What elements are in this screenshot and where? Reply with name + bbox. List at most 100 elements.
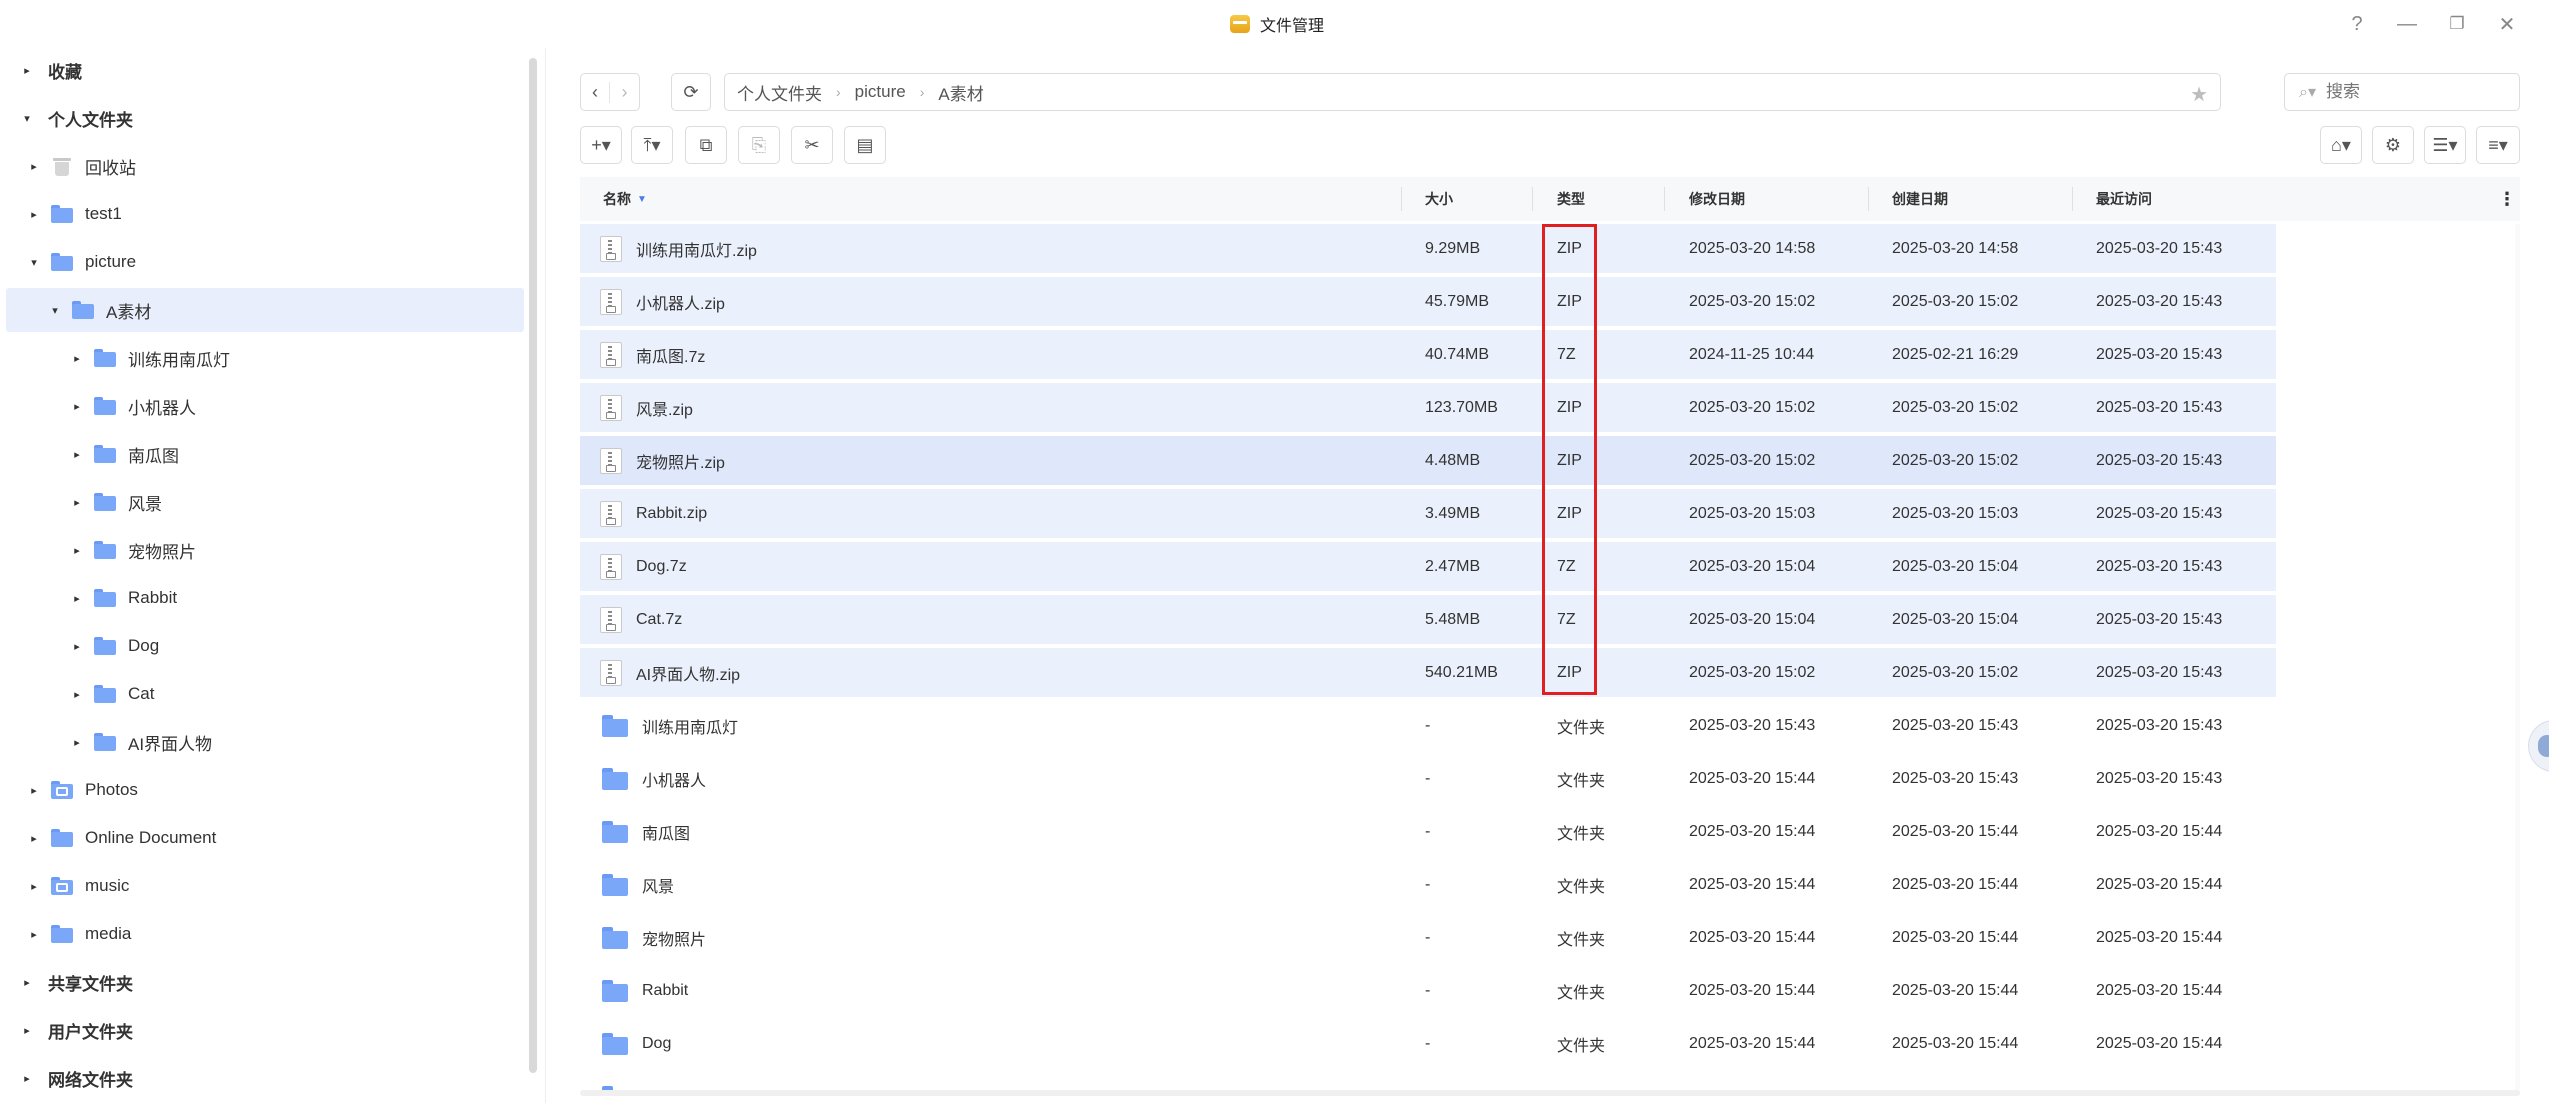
favorite-star-icon[interactable]: ★ <box>2190 82 2208 107</box>
minimize-button[interactable]: — <box>2393 10 2421 38</box>
breadcrumb-item-personal[interactable]: 个人文件夹 <box>737 80 822 105</box>
column-resizer[interactable] <box>2072 187 2073 211</box>
folder-row[interactable]: 南瓜图 - 文件夹 2025-03-20 15:44 2025-03-20 15:44 2… <box>580 807 2276 856</box>
folder-row[interactable]: Cat - 文件夹 2025-03-20 15:44 2025-03-20 15:44 2… <box>580 1072 2276 1092</box>
upload-button[interactable]: ⤒▾ <box>631 126 673 164</box>
expand-arrow-right-icon[interactable]: ▸ <box>27 879 41 893</box>
floating-assistant-tab[interactable] <box>2528 720 2549 772</box>
expand-arrow-right-icon[interactable]: ▸ <box>70 735 84 749</box>
expand-arrow-down-icon[interactable]: ▾ <box>48 303 62 317</box>
file-row[interactable]: 训练用南瓜灯.zip 9.29MB ZIP 2025-03-20 14:58 2025-… <box>580 224 2276 273</box>
expand-arrow-right-icon[interactable]: ▸ <box>27 783 41 797</box>
sidebar-item-ai-characters[interactable]: ▸ AI界面人物 <box>70 720 212 764</box>
sidebar-item-rabbit[interactable]: ▸ Rabbit <box>70 576 177 620</box>
cut-button[interactable]: ✂ <box>791 126 833 164</box>
file-row[interactable]: 风景.zip 123.70MB ZIP 2025-03-20 15:02 2025-03… <box>580 383 2276 432</box>
sidebar-item-cat[interactable]: ▸ Cat <box>70 672 154 716</box>
sidebar-item-pumpkin-pics[interactable]: ▸ 南瓜图 <box>70 432 179 476</box>
expand-arrow-right-icon[interactable]: ▸ <box>70 687 84 701</box>
expand-arrow-right-icon[interactable]: ▸ <box>70 543 84 557</box>
sidebar-scrollbar[interactable] <box>529 58 537 1073</box>
sidebar-item-recycle-bin[interactable]: ▸ 回收站 <box>27 144 136 188</box>
restore-button[interactable]: ❐ <box>2443 10 2471 38</box>
sidebar-item-test1[interactable]: ▸ test1 <box>27 192 122 236</box>
expand-arrow-right-icon[interactable]: ▸ <box>70 591 84 605</box>
expand-arrow-right-icon[interactable]: ▸ <box>70 399 84 413</box>
column-created-header[interactable]: 创建日期 <box>1892 177 1948 221</box>
toolbox-button[interactable]: ⌂▾ <box>2320 126 2362 164</box>
expand-arrow-down-icon[interactable]: ▾ <box>27 255 41 269</box>
expand-arrow-right-icon[interactable]: ▸ <box>70 495 84 509</box>
file-row[interactable]: 南瓜图.7z 40.74MB 7Z 2024-11-25 10:44 2025-02-2… <box>580 330 2276 379</box>
expand-arrow-right-icon[interactable]: ▸ <box>20 1023 34 1037</box>
file-row[interactable]: Cat.7z 5.48MB 7Z 2025-03-20 15:04 2025-03-20… <box>580 595 2276 644</box>
column-options-icon[interactable]: ⋮ <box>2498 177 2516 221</box>
column-resizer[interactable] <box>1664 187 1665 211</box>
folder-row[interactable]: 小机器人 - 文件夹 2025-03-20 15:44 2025-03-20 15:43… <box>580 754 2276 803</box>
expand-arrow-right-icon[interactable]: ▸ <box>27 207 41 221</box>
breadcrumb-item-picture[interactable]: picture <box>855 82 906 102</box>
sidebar-item-online-document[interactable]: ▸ Online Document <box>27 816 216 860</box>
sidebar-item-media[interactable]: ▸ media <box>27 912 131 956</box>
paste-button[interactable]: ⎘ <box>738 126 780 164</box>
folder-row[interactable]: Dog - 文件夹 2025-03-20 15:44 2025-03-20 15:44 2… <box>580 1019 2276 1068</box>
sidebar-item-music[interactable]: ▸ music <box>27 864 129 908</box>
expand-arrow-right-icon[interactable]: ▸ <box>70 639 84 653</box>
sidebar-section-users[interactable]: ▸ 用户文件夹 <box>20 1008 133 1052</box>
forward-icon[interactable]: › <box>610 82 639 103</box>
view-mode-button[interactable]: ☰▾ <box>2424 126 2466 164</box>
folder-row[interactable]: 风景 - 文件夹 2025-03-20 15:44 2025-03-20 15:44 20… <box>580 860 2276 909</box>
sidebar-item-picture[interactable]: ▾ picture <box>27 240 136 284</box>
help-button[interactable]: ? <box>2343 10 2371 38</box>
column-name-header[interactable]: 名称 ▼ <box>603 177 647 221</box>
column-resizer[interactable] <box>1868 187 1869 211</box>
close-button[interactable]: ✕ <box>2493 10 2521 38</box>
back-icon[interactable]: ‹ <box>581 81 611 103</box>
expand-arrow-right-icon[interactable]: ▸ <box>20 1071 34 1085</box>
sidebar-item-photos[interactable]: ▸ Photos <box>27 768 138 812</box>
folder-row[interactable]: 宠物照片 - 文件夹 2025-03-20 15:44 2025-03-20 15:44… <box>580 913 2276 962</box>
file-row[interactable]: AI界面人物.zip 540.21MB ZIP 2025-03-20 15:02 202… <box>580 648 2276 697</box>
sidebar-item-little-robot[interactable]: ▸ 小机器人 <box>70 384 196 428</box>
expand-arrow-right-icon[interactable]: ▸ <box>27 927 41 941</box>
sidebar-item-pet-photos[interactable]: ▸ 宠物照片 <box>70 528 196 572</box>
sidebar-section-personal[interactable]: ▾ 个人文件夹 <box>20 96 133 140</box>
file-row[interactable]: Dog.7z 2.47MB 7Z 2025-03-20 15:04 2025-03-20… <box>580 542 2276 591</box>
compress-button[interactable]: ▤ <box>844 126 886 164</box>
breadcrumb[interactable]: 个人文件夹 › picture › A素材 ★ <box>724 73 2221 111</box>
expand-arrow-right-icon[interactable]: ▸ <box>20 975 34 989</box>
file-list-scrollbar[interactable] <box>2515 224 2520 1092</box>
column-type-header[interactable]: 类型 <box>1557 177 1585 221</box>
sidebar-item-a-materials[interactable]: ▾ A素材 <box>6 288 524 332</box>
column-accessed-header[interactable]: 最近访问 <box>2096 177 2152 221</box>
expand-arrow-down-icon[interactable]: ▾ <box>20 111 34 125</box>
sidebar-item-scenery[interactable]: ▸ 风景 <box>70 480 162 524</box>
new-button[interactable]: +▾ <box>580 126 622 164</box>
sidebar-section-shared[interactable]: ▸ 共享文件夹 <box>20 960 133 1004</box>
search-input[interactable] <box>2326 82 2476 102</box>
file-row[interactable]: Rabbit.zip 3.49MB ZIP 2025-03-20 15:03 2025-… <box>580 489 2276 538</box>
expand-arrow-right-icon[interactable]: ▸ <box>27 831 41 845</box>
settings-button[interactable]: ⚙ <box>2372 126 2414 164</box>
column-resizer[interactable] <box>1532 187 1533 211</box>
sidebar-section-favorites[interactable]: ▸ 收藏 <box>20 48 82 92</box>
search-box[interactable]: ⌕▾ <box>2284 73 2520 111</box>
expand-arrow-right-icon[interactable]: ▸ <box>70 351 84 365</box>
folder-row[interactable]: Rabbit - 文件夹 2025-03-20 15:44 2025-03-20 15:… <box>580 966 2276 1015</box>
file-row[interactable]: 宠物照片.zip 4.48MB ZIP 2025-03-20 15:02 2025-03… <box>580 436 2276 485</box>
expand-arrow-right-icon[interactable]: ▸ <box>27 159 41 173</box>
expand-arrow-right-icon[interactable]: ▸ <box>20 63 34 77</box>
file-row[interactable]: 小机器人.zip 45.79MB ZIP 2025-03-20 15:02 2025-0… <box>580 277 2276 326</box>
sort-button[interactable]: ≡▾ <box>2476 126 2520 164</box>
column-size-header[interactable]: 大小 <box>1425 177 1453 221</box>
refresh-button[interactable]: ⟳ <box>671 73 711 111</box>
breadcrumb-item-current[interactable]: A素材 <box>938 80 983 105</box>
copy-button[interactable]: ⧉ <box>685 126 727 164</box>
column-modified-header[interactable]: 修改日期 <box>1689 177 1745 221</box>
sidebar-item-dog[interactable]: ▸ Dog <box>70 624 159 668</box>
horizontal-scrollbar[interactable] <box>580 1090 2520 1096</box>
folder-row[interactable]: 训练用南瓜灯 - 文件夹 2025-03-20 15:43 2025-03-20 15:… <box>580 701 2276 750</box>
expand-arrow-right-icon[interactable]: ▸ <box>70 447 84 461</box>
sidebar-section-network[interactable]: ▸ 网络文件夹 <box>20 1056 133 1100</box>
column-resizer[interactable] <box>1401 187 1402 211</box>
